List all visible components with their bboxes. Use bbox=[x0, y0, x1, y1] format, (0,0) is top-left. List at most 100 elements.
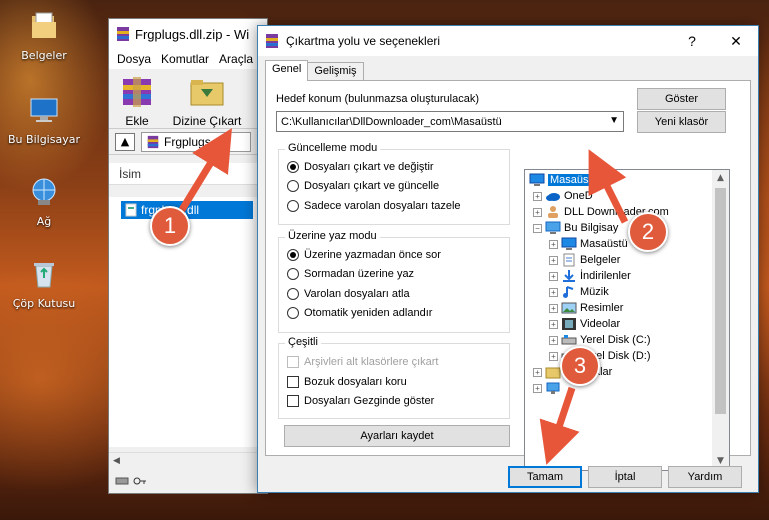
expand-icon[interactable]: + bbox=[533, 191, 542, 201]
tab-gelismis[interactable]: Gelişmiş bbox=[307, 62, 364, 80]
extract-to-button[interactable]: Dizine Çıkart bbox=[169, 73, 245, 128]
tree-label: Masaüstü bbox=[548, 174, 600, 186]
archive-books-icon bbox=[123, 77, 151, 107]
menu-araclar[interactable]: Araçla bbox=[219, 52, 253, 66]
expand-icon[interactable]: + bbox=[533, 367, 542, 377]
tree-node-onedrive[interactable]: + OneD bbox=[533, 188, 593, 204]
expand-icon[interactable]: + bbox=[549, 303, 558, 313]
folder-tree[interactable]: Masaüstü + OneD + DLL Downloader.com − B… bbox=[524, 169, 730, 471]
new-folder-button[interactable]: Yeni klasör bbox=[637, 111, 726, 133]
misc-title: Çeşitli bbox=[285, 336, 321, 348]
update-option-freshen[interactable]: Sadece varolan dosyaları tazele bbox=[287, 200, 461, 212]
radio-selected bbox=[287, 161, 299, 173]
tree-node-videolar[interactable]: + Videolar bbox=[549, 316, 620, 332]
tree-node-disk-c[interactable]: + Yerel Disk (C:) bbox=[549, 332, 651, 348]
checkbox bbox=[287, 356, 299, 368]
overwrite-option-skip[interactable]: Varolan dosyaları atla bbox=[287, 288, 410, 300]
tree-node-belgeler[interactable]: + Belgeler bbox=[549, 252, 620, 268]
option-label: Arşivleri alt klasörlere çıkart bbox=[304, 356, 439, 368]
desktop-icon bbox=[561, 237, 577, 250]
drive-icon bbox=[115, 477, 129, 485]
desktop-icon-cop-kutusu[interactable]: Çöp Kutusu bbox=[4, 258, 84, 310]
desktop-icon-ag[interactable]: Ağ bbox=[4, 176, 84, 228]
close-button[interactable]: ✕ bbox=[714, 26, 758, 56]
annotation-badge-3: 3 bbox=[560, 346, 600, 386]
expand-icon[interactable]: + bbox=[549, 271, 558, 281]
overwrite-option-rename[interactable]: Otomatik yeniden adlandır bbox=[287, 307, 432, 319]
tree-node-indirilenler[interactable]: + İndirilenler bbox=[549, 268, 631, 284]
pictures-icon bbox=[561, 302, 577, 314]
address-box[interactable]: Frgplugs.dl bbox=[141, 131, 251, 152]
tab-genel[interactable]: Genel bbox=[265, 60, 309, 81]
tree-label: Resimler bbox=[580, 302, 624, 314]
overwrite-option-ask[interactable]: Üzerine yazmadan önce sor bbox=[287, 249, 441, 261]
up-folder-button[interactable]: ▲ bbox=[115, 132, 135, 151]
expand-icon[interactable]: + bbox=[549, 319, 558, 329]
desktop-icon-belgeler[interactable]: Belgeler bbox=[4, 10, 84, 62]
tree-vertical-scrollbar[interactable]: ▲ ▼ bbox=[712, 170, 729, 470]
option-label: Sormadan üzerine yaz bbox=[304, 268, 415, 280]
tree-node-muzik[interactable]: + Müzik bbox=[549, 284, 609, 300]
expand-icon[interactable]: + bbox=[549, 335, 558, 345]
winrar-titlebar[interactable]: Frgplugs.dll.zip - Wi bbox=[109, 19, 267, 49]
computer-icon bbox=[30, 98, 58, 122]
expand-icon[interactable]: + bbox=[549, 255, 558, 265]
tree-node-network[interactable]: + bbox=[533, 380, 564, 396]
cancel-button[interactable]: İptal bbox=[588, 466, 662, 488]
winrar-icon bbox=[147, 135, 159, 148]
tree-label: Bu Bilgisay bbox=[564, 222, 619, 234]
menu-komutlar[interactable]: Komutlar bbox=[161, 52, 209, 66]
extraction-dialog: Çıkartma yolu ve seçenekleri ? ✕ Genel G… bbox=[257, 25, 759, 493]
tree-label: Yerel Disk (C:) bbox=[580, 334, 651, 346]
misc-option-keep-broken[interactable]: Bozuk dosyaları koru bbox=[287, 376, 407, 388]
tree-node-pc-masaustu[interactable]: + Masaüstü bbox=[549, 236, 628, 252]
extract-folder-icon bbox=[190, 80, 224, 106]
scrollbar-thumb[interactable] bbox=[715, 188, 726, 414]
update-option-extract-update[interactable]: Dosyaları çıkart ve güncelle bbox=[287, 180, 439, 192]
column-header-name[interactable]: İsim bbox=[109, 163, 267, 185]
expand-icon[interactable]: + bbox=[549, 351, 558, 361]
scroll-up-icon[interactable]: ▲ bbox=[712, 170, 729, 187]
dialog-tabs: Genel Gelişmiş bbox=[265, 60, 364, 81]
destination-label: Hedef konum (bulunmazsa oluşturulacak) bbox=[276, 93, 479, 105]
radio bbox=[287, 307, 299, 319]
desktop-icon-label: Belgeler bbox=[21, 49, 67, 62]
help-button[interactable]: Yardım bbox=[668, 466, 742, 488]
winrar-icon bbox=[266, 34, 278, 48]
file-icon bbox=[125, 203, 137, 217]
winrar-statusbar bbox=[109, 469, 267, 493]
menu-dosya[interactable]: Dosya bbox=[117, 52, 151, 66]
expand-icon[interactable]: + bbox=[549, 239, 558, 249]
expand-icon[interactable]: + bbox=[549, 287, 558, 297]
expand-icon[interactable]: + bbox=[533, 207, 542, 217]
expand-icon[interactable]: + bbox=[533, 383, 542, 393]
tree-node-resimler[interactable]: + Resimler bbox=[549, 300, 623, 316]
computer-icon bbox=[545, 221, 561, 234]
help-title-button[interactable]: ? bbox=[670, 26, 714, 56]
annotation-badge-1: 1 bbox=[150, 206, 190, 246]
libraries-icon bbox=[545, 367, 561, 379]
overwrite-mode-title: Üzerine yaz modu bbox=[285, 230, 380, 242]
collapse-icon[interactable]: − bbox=[533, 223, 542, 233]
documents-icon bbox=[563, 253, 575, 267]
desktop-icon-bu-bilgisayar[interactable]: Bu Bilgisayar bbox=[4, 94, 84, 146]
misc-option-show-in-explorer[interactable]: Dosyaları Gezginde göster bbox=[287, 395, 434, 407]
update-mode-group: Güncelleme modu Dosyaları çıkart ve deği… bbox=[278, 142, 510, 225]
desktop-icon-label: Ağ bbox=[36, 215, 52, 228]
destination-path-combo[interactable]: C:\Kullanıcılar\DllDownloader_com\Masaüs… bbox=[276, 111, 624, 132]
address-text: Frgplugs.dl bbox=[164, 134, 224, 149]
tree-node-masaustu[interactable]: Masaüstü bbox=[529, 172, 600, 188]
show-button[interactable]: Göster bbox=[637, 88, 726, 110]
add-button[interactable]: Ekle bbox=[109, 73, 165, 128]
overwrite-option-without-prompt[interactable]: Sormadan üzerine yaz bbox=[287, 268, 414, 280]
tree-label: Belgeler bbox=[580, 254, 621, 266]
save-settings-button[interactable]: Ayarları kaydet bbox=[284, 425, 510, 447]
music-icon bbox=[563, 286, 574, 298]
tree-node-this-pc[interactable]: − Bu Bilgisay bbox=[533, 220, 618, 236]
destination-path-value: C:\Kullanıcılar\DllDownloader_com\Masaüs… bbox=[281, 115, 502, 128]
ok-button[interactable]: Tamam bbox=[508, 466, 582, 488]
horizontal-scrollbar[interactable]: ◀ bbox=[109, 452, 267, 469]
dialog-titlebar[interactable]: Çıkartma yolu ve seçenekleri ? ✕ bbox=[258, 26, 758, 56]
update-option-extract-replace[interactable]: Dosyaları çıkart ve değiştir bbox=[287, 161, 434, 173]
checkbox bbox=[287, 376, 299, 388]
